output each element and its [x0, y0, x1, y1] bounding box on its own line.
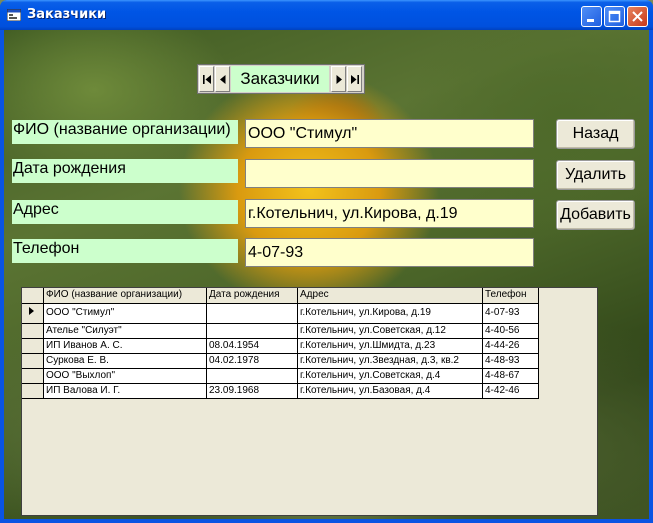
column-header-birth-date[interactable]: Дата рождения — [206, 288, 298, 304]
cell-name[interactable]: ИП Валова И. Г. — [43, 383, 207, 399]
table-row[interactable]: ИП Валова И. Г. 23.09.1968 г.Котельнич, … — [22, 383, 539, 399]
cell-name[interactable]: Ателье "Силуэт" — [43, 323, 207, 339]
cell-birth-date[interactable]: 23.09.1968 — [206, 383, 298, 399]
cell-birth-date[interactable]: 08.04.1954 — [206, 338, 298, 354]
add-button[interactable]: Добавить — [556, 200, 635, 230]
label-address: Адрес — [12, 200, 238, 224]
row-selector[interactable] — [22, 368, 44, 384]
name-field[interactable]: ООО "Стимул" — [245, 119, 534, 148]
minimize-button[interactable] — [581, 6, 602, 27]
first-record-button[interactable] — [199, 66, 214, 92]
first-record-icon — [203, 75, 211, 84]
cell-phone[interactable]: 4-42-46 — [482, 383, 539, 399]
cell-name[interactable]: ООО "Стимул" — [43, 303, 207, 324]
label-name: ФИО (название организации) — [12, 120, 238, 144]
row-selector[interactable] — [22, 323, 44, 339]
cell-birth-date[interactable] — [206, 303, 298, 324]
close-button[interactable] — [627, 6, 648, 27]
cell-phone[interactable]: 4-48-67 — [482, 368, 539, 384]
label-birth-date: Дата рождения — [12, 159, 238, 183]
form-client-area: Заказчики ФИО (название организации) ООО… — [4, 30, 649, 519]
cell-name[interactable]: Суркова Е. В. — [43, 353, 207, 369]
delete-button[interactable]: Удалить — [556, 160, 635, 190]
form-icon — [7, 9, 21, 21]
cell-address[interactable]: г.Котельнич, ул.Советская, д.12 — [297, 323, 483, 339]
back-button[interactable]: Назад — [556, 119, 635, 149]
maximize-icon — [608, 10, 621, 23]
title-bar[interactable]: Заказчики — [0, 0, 653, 30]
cell-birth-date[interactable] — [206, 323, 298, 339]
label-phone: Телефон — [12, 239, 238, 263]
cell-birth-date[interactable] — [206, 368, 298, 384]
cell-address[interactable]: г.Котельнич, ул.Советская, д.4 — [297, 368, 483, 384]
row-selector[interactable] — [22, 383, 44, 399]
cell-address[interactable]: г.Котельнич, ул.Шмидта, д.23 — [297, 338, 483, 354]
minimize-icon — [587, 19, 594, 22]
row-selector[interactable] — [22, 338, 44, 354]
next-record-icon — [336, 75, 342, 84]
cell-name[interactable]: ИП Иванов А. С. — [43, 338, 207, 354]
prev-record-button[interactable] — [215, 66, 230, 92]
column-header-name[interactable]: ФИО (название организации) — [43, 288, 207, 304]
app-window: Заказчики Заказчики ФИО (название органи… — [0, 0, 653, 523]
table-row[interactable]: ИП Иванов А. С. 08.04.1954 г.Котельнич, … — [22, 338, 539, 354]
cell-address[interactable]: г.Котельнич, ул.Звездная, д.3, кв.2 — [297, 353, 483, 369]
table-row[interactable]: ООО "Выхлоп" г.Котельнич, ул.Советская, … — [22, 368, 539, 384]
cell-phone[interactable]: 4-40-56 — [482, 323, 539, 339]
table-row[interactable]: Суркова Е. В. 04.02.1978 г.Котельнич, ул… — [22, 353, 539, 369]
column-header-address[interactable]: Адрес — [297, 288, 483, 304]
prev-record-icon — [220, 75, 226, 84]
row-selector[interactable] — [22, 353, 44, 369]
window-title: Заказчики — [27, 7, 107, 22]
birth-date-field[interactable] — [245, 159, 534, 188]
close-icon — [632, 11, 643, 22]
record-navigator: Заказчики — [197, 64, 365, 94]
row-selector[interactable] — [22, 303, 44, 324]
cell-address[interactable]: г.Котельнич, ул.Базовая, д.4 — [297, 383, 483, 399]
navigator-caption: Заказчики — [231, 66, 329, 92]
column-header-phone[interactable]: Телефон — [482, 288, 539, 304]
cell-address[interactable]: г.Котельнич, ул.Кирова, д.19 — [297, 303, 483, 324]
cell-phone[interactable]: 4-44-26 — [482, 338, 539, 354]
last-record-icon — [351, 75, 359, 84]
maximize-button[interactable] — [604, 6, 625, 27]
cell-birth-date[interactable]: 04.02.1978 — [206, 353, 298, 369]
cell-name[interactable]: ООО "Выхлоп" — [43, 368, 207, 384]
last-record-button[interactable] — [347, 66, 362, 92]
row-pointer-icon — [29, 306, 34, 315]
cell-phone[interactable]: 4-48-93 — [482, 353, 539, 369]
next-record-button[interactable] — [331, 66, 346, 92]
table-row[interactable]: Ателье "Силуэт" г.Котельнич, ул.Советска… — [22, 323, 539, 339]
grid-header-row: ФИО (название организации) Дата рождения… — [22, 288, 539, 304]
address-field[interactable]: г.Котельнич, ул.Кирова, д.19 — [245, 199, 534, 228]
customers-table: ФИО (название организации) Дата рождения… — [22, 288, 539, 399]
grid-corner-cell — [22, 288, 44, 304]
cell-phone[interactable]: 4-07-93 — [482, 303, 539, 324]
customers-grid[interactable]: ФИО (название организации) Дата рождения… — [21, 287, 598, 516]
phone-field[interactable]: 4-07-93 — [245, 238, 534, 267]
table-row[interactable]: ООО "Стимул" г.Котельнич, ул.Кирова, д.1… — [22, 303, 539, 324]
